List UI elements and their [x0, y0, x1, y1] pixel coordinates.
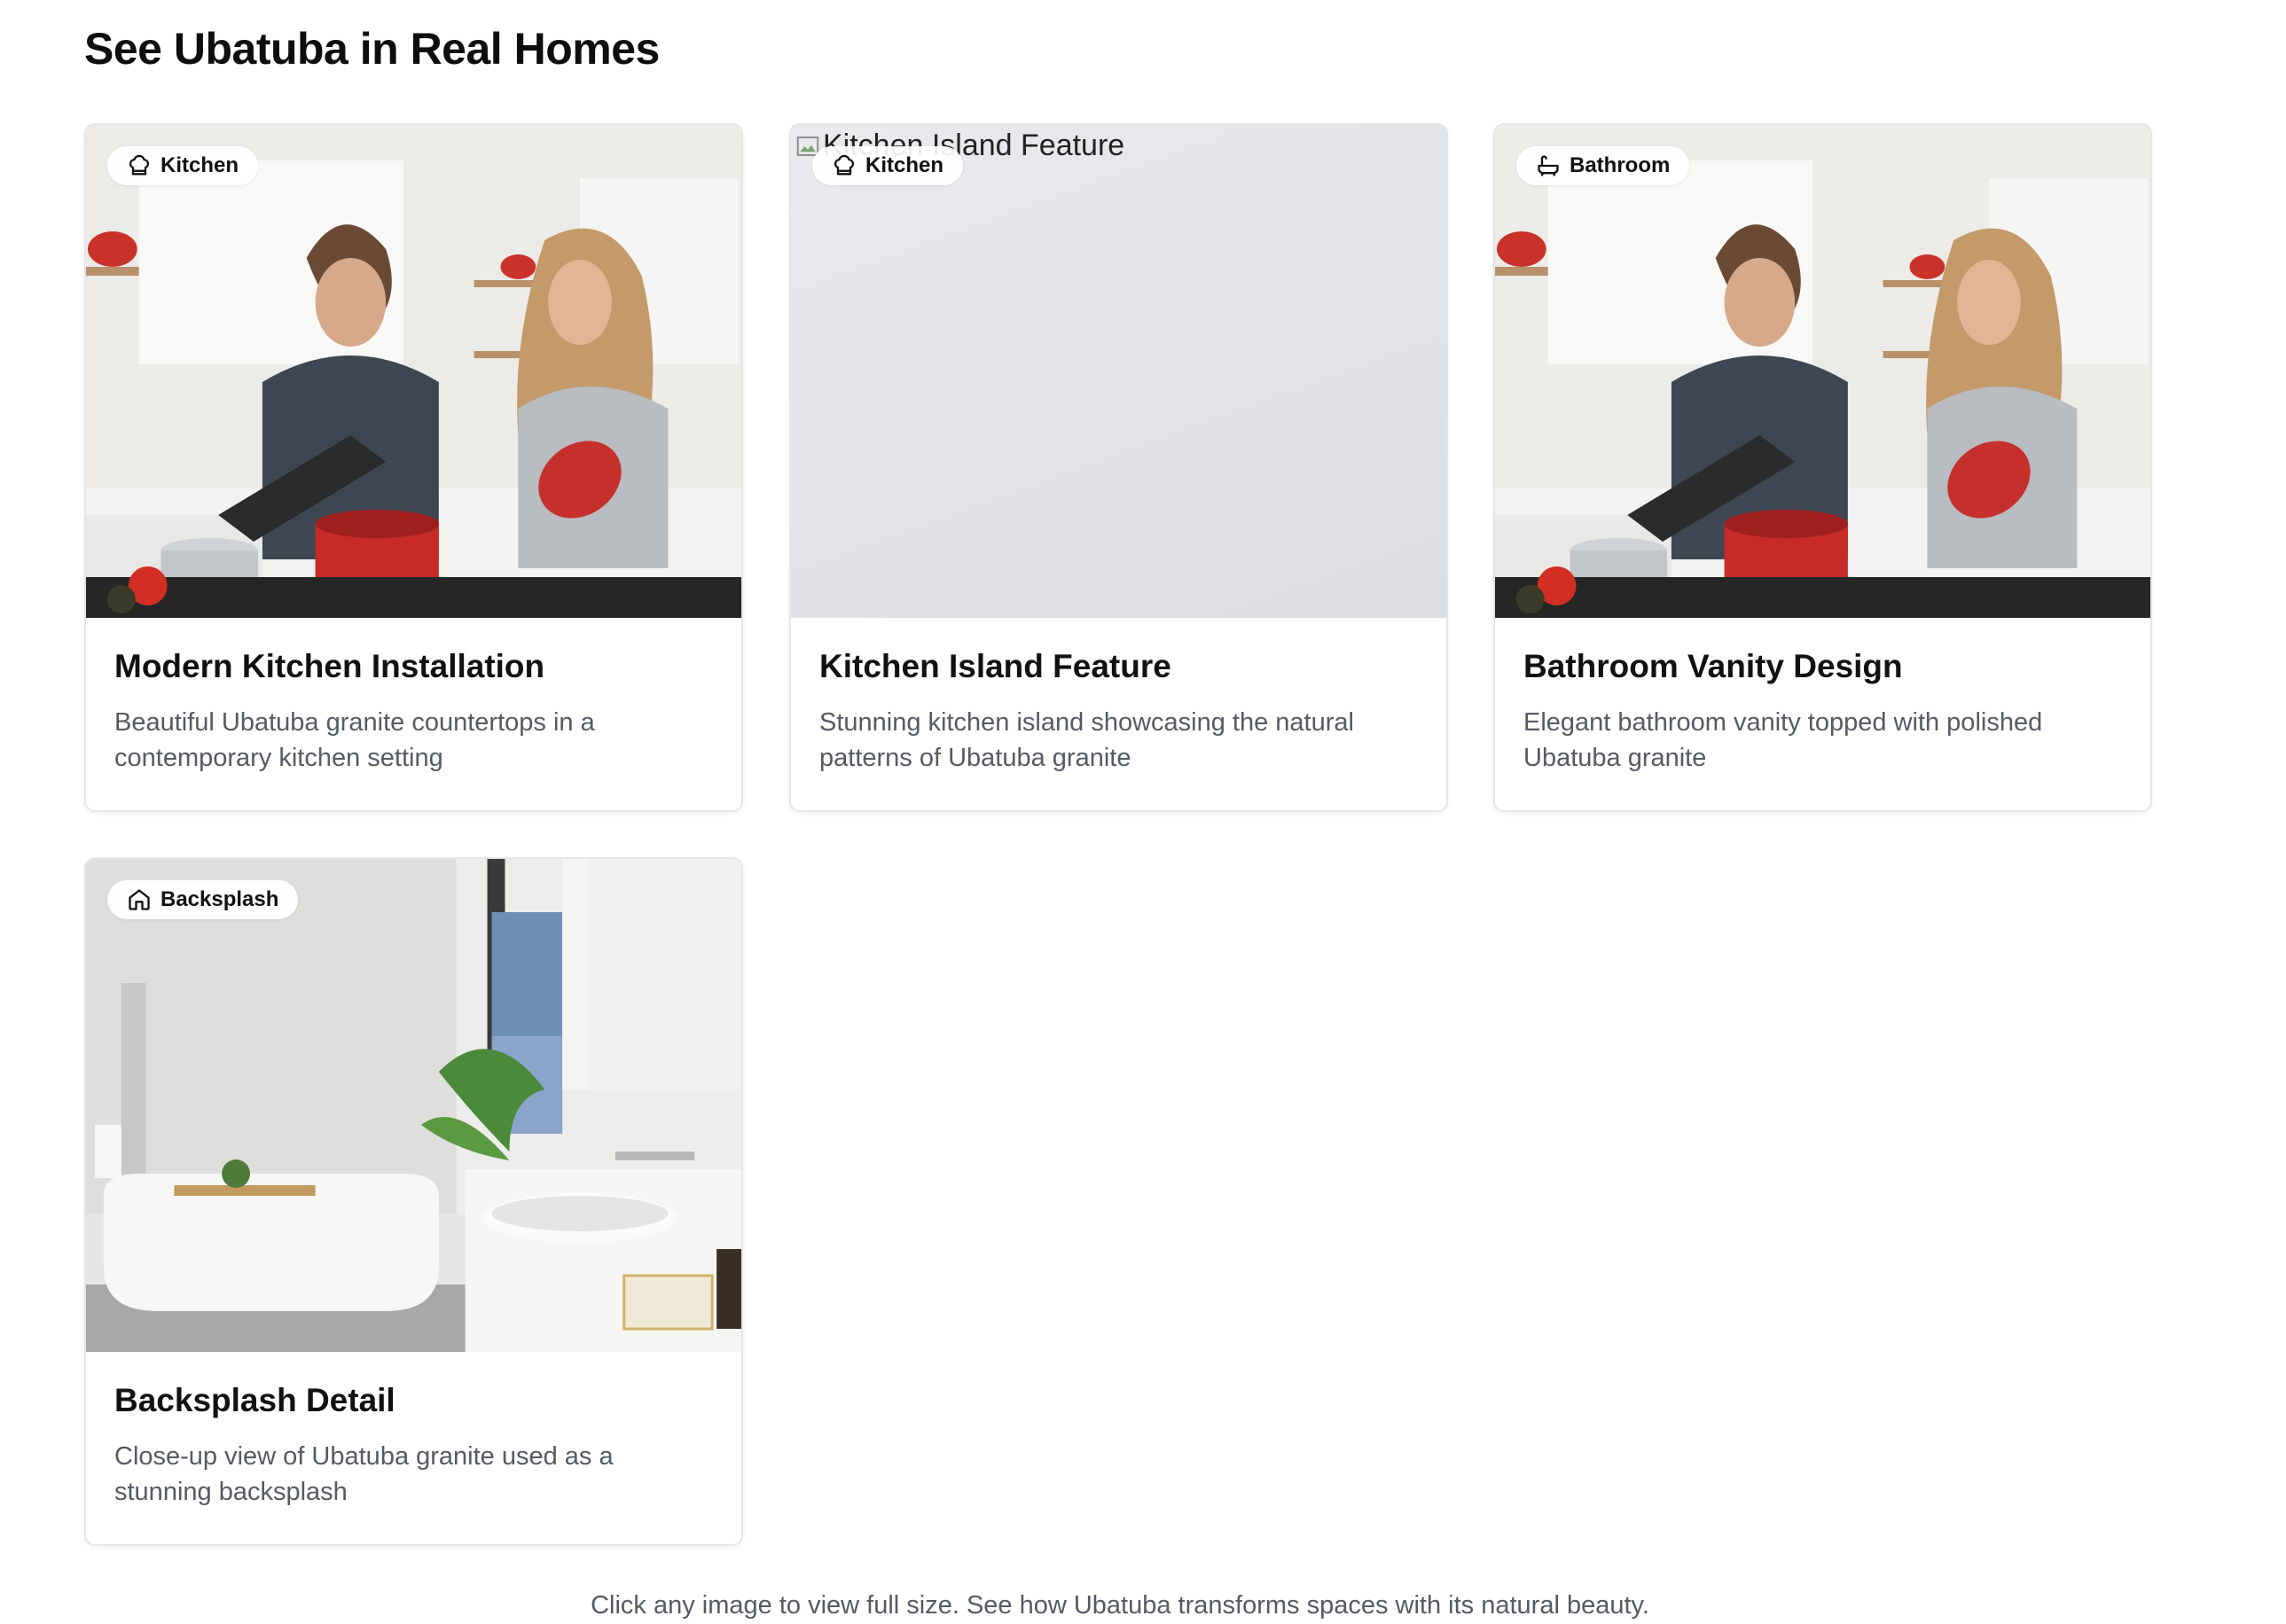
footer-note: Click any image to view full size. See h… [591, 1591, 1649, 1620]
chef-hat-icon [129, 154, 150, 176]
card-title: Backsplash Detail [114, 1382, 395, 1418]
category-tag: Backsplash [107, 880, 299, 919]
gallery-card-bathroom-vanity[interactable]: Bathroom Bathroom Vanity Design Elegant … [1493, 123, 2152, 812]
page-title: See Ubatuba in Real Homes [84, 24, 660, 74]
gallery-card-kitchen-island[interactable]: Kitchen Island Feature Kitchen Kitchen I… [789, 123, 1448, 812]
bathroom-scene-image [86, 859, 741, 1352]
kitchen-scene-image [1495, 125, 2150, 618]
kitchen-island-photo[interactable]: Kitchen Island Feature Kitchen [791, 125, 1446, 618]
card-description: Close-up view of Ubatuba granite used as… [114, 1442, 614, 1506]
category-tag-label: Kitchen [865, 153, 944, 177]
kitchen-scene-image [86, 125, 741, 618]
category-tag: Bathroom [1516, 146, 1690, 185]
chef-hat-icon [834, 154, 855, 176]
category-tag-label: Kitchen [160, 153, 239, 177]
kitchen-photo[interactable]: Kitchen [86, 125, 741, 618]
category-tag: Kitchen [107, 146, 259, 185]
home-icon [129, 889, 150, 910]
category-tag-label: Bathroom [1570, 153, 1671, 177]
card-description: Stunning kitchen island showcasing the n… [819, 708, 1354, 772]
card-title: Bathroom Vanity Design [1523, 648, 1903, 684]
card-title: Modern Kitchen Installation [114, 648, 545, 684]
card-description: Elegant bathroom vanity topped with poli… [1523, 708, 2043, 772]
backsplash-photo[interactable]: Backsplash [86, 859, 741, 1352]
category-tag: Kitchen [812, 146, 964, 185]
card-description: Beautiful Ubatuba granite countertops in… [114, 708, 595, 772]
gallery-card-backsplash[interactable]: Backsplash Backsplash Detail Close-up vi… [84, 857, 743, 1546]
card-title: Kitchen Island Feature [819, 648, 1171, 684]
bathroom-vanity-photo[interactable]: Bathroom [1495, 125, 2150, 618]
bathtub-icon [1538, 155, 1559, 176]
category-tag-label: Backsplash [160, 887, 279, 911]
gallery-card-modern-kitchen[interactable]: Kitchen Modern Kitchen Installation Beau… [84, 123, 743, 812]
